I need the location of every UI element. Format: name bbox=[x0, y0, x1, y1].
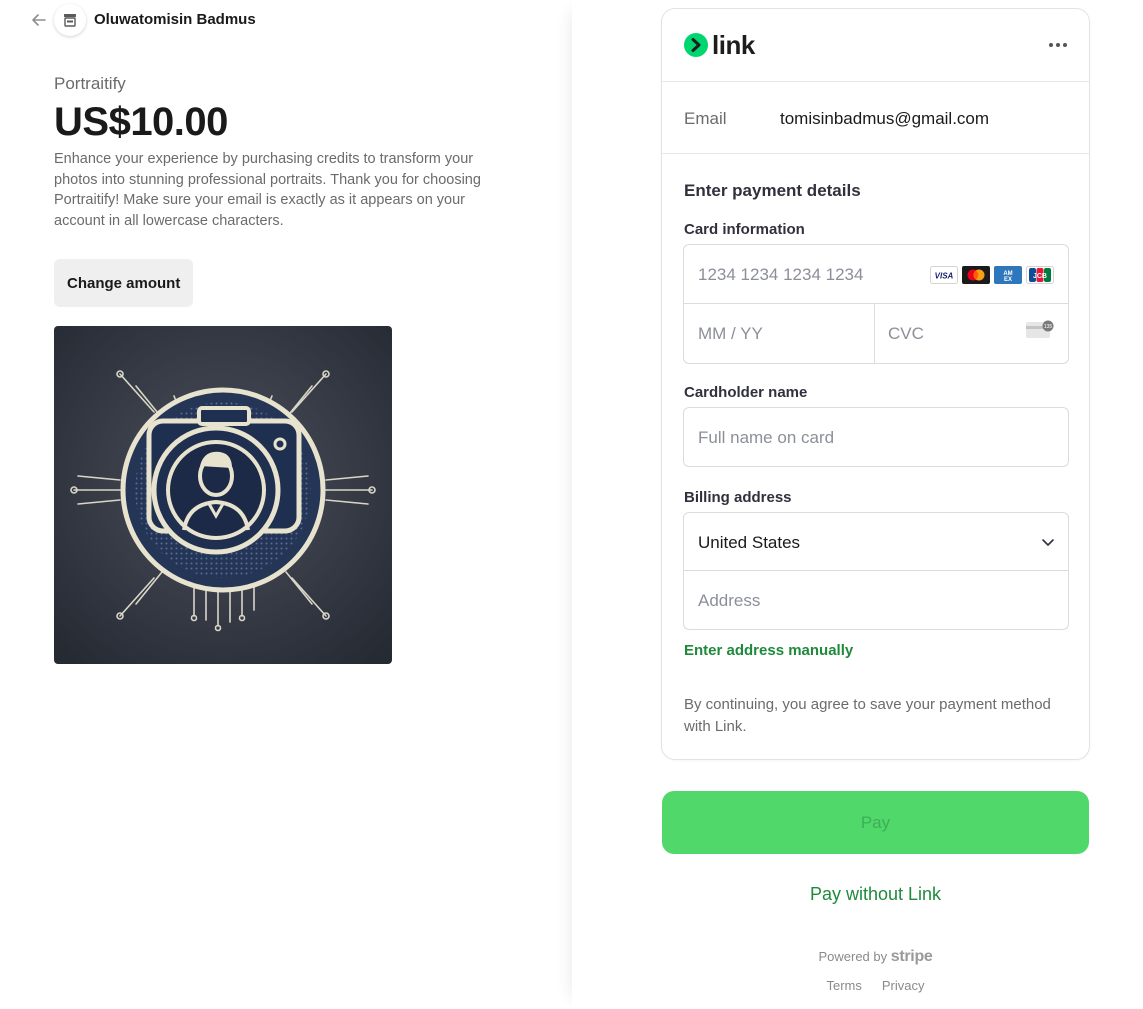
privacy-link[interactable]: Privacy bbox=[882, 978, 925, 993]
pay-without-link-button[interactable]: Pay without Link bbox=[662, 884, 1089, 905]
link-payment-card: link Email tomisinbadmus@gmail.com Enter… bbox=[661, 8, 1090, 760]
divider bbox=[662, 81, 1089, 82]
visa-icon: VISA bbox=[930, 266, 958, 284]
card-number-input[interactable]: 1234 1234 1234 1234 VISA AM EX JCB bbox=[684, 245, 1068, 304]
svg-text:VISA: VISA bbox=[935, 272, 954, 281]
svg-text:EX: EX bbox=[1004, 277, 1012, 283]
mastercard-icon bbox=[962, 266, 990, 284]
terms-link[interactable]: Terms bbox=[826, 978, 861, 993]
merchant-name: Oluwatomisin Badmus bbox=[94, 11, 256, 28]
cardholder-name-input[interactable]: Full name on card bbox=[683, 407, 1069, 467]
card-brands: VISA AM EX JCB bbox=[930, 266, 1054, 284]
expiry-placeholder: MM / YY bbox=[698, 324, 763, 343]
card-info-group: 1234 1234 1234 1234 VISA AM EX JCB MM / … bbox=[683, 244, 1069, 364]
change-amount-button[interactable]: Change amount bbox=[54, 259, 194, 307]
country-select[interactable]: United States bbox=[684, 513, 1068, 571]
divider bbox=[662, 153, 1089, 154]
footer-links: Terms Privacy bbox=[662, 978, 1089, 993]
svg-text:135: 135 bbox=[1044, 324, 1053, 330]
stripe-logo: stripe bbox=[890, 948, 933, 965]
product-price: US$10.00 bbox=[54, 100, 228, 144]
product-image bbox=[54, 326, 392, 664]
jcb-icon: JCB bbox=[1026, 266, 1054, 284]
email-label: Email bbox=[684, 109, 727, 128]
merchant-avatar bbox=[54, 4, 86, 36]
more-options-icon[interactable] bbox=[1045, 34, 1071, 56]
cardholder-placeholder: Full name on card bbox=[698, 428, 835, 447]
pay-button[interactable]: Pay bbox=[662, 791, 1089, 854]
billing-address-group: United States Address bbox=[683, 512, 1069, 630]
enter-address-manually-link[interactable]: Enter address manually bbox=[684, 642, 853, 659]
card-info-label: Card information bbox=[684, 221, 805, 238]
powered-by-stripe[interactable]: Powered by stripe bbox=[662, 948, 1089, 966]
address-placeholder: Address bbox=[698, 591, 761, 610]
link-logo-word: link bbox=[712, 29, 755, 60]
product-name: Portraitify bbox=[54, 74, 126, 93]
cvc-placeholder: CVC bbox=[888, 324, 924, 343]
link-logo-icon bbox=[684, 33, 708, 57]
country-value: United States bbox=[698, 533, 801, 552]
cvc-card-icon: 135 bbox=[1026, 320, 1054, 338]
billing-address-label: Billing address bbox=[684, 489, 792, 506]
payment-section-title: Enter payment details bbox=[684, 181, 861, 200]
svg-text:JCB: JCB bbox=[1033, 273, 1047, 280]
card-number-placeholder: 1234 1234 1234 1234 bbox=[698, 265, 864, 284]
chevron-down-icon bbox=[1042, 539, 1054, 546]
portrait-camera-logo-icon bbox=[54, 326, 392, 664]
back-arrow-icon[interactable] bbox=[28, 9, 50, 31]
amex-icon: AM EX bbox=[994, 266, 1022, 284]
email-value[interactable]: tomisinbadmus@gmail.com bbox=[780, 109, 989, 129]
cvc-input[interactable]: CVC 135 bbox=[875, 304, 1068, 363]
store-icon bbox=[64, 14, 76, 27]
order-summary-panel: Oluwatomisin Badmus Portraitify US$10.00… bbox=[0, 0, 572, 1009]
link-logo: link bbox=[684, 29, 755, 60]
cardholder-label: Cardholder name bbox=[684, 384, 808, 401]
address-input[interactable]: Address bbox=[684, 571, 1068, 629]
powered-by-text: Powered by bbox=[818, 949, 888, 964]
link-consent-text: By continuing, you agree to save your pa… bbox=[684, 696, 1051, 735]
expiry-input[interactable]: MM / YY bbox=[684, 304, 875, 363]
product-description: Enhance your experience by purchasing cr… bbox=[54, 151, 481, 229]
